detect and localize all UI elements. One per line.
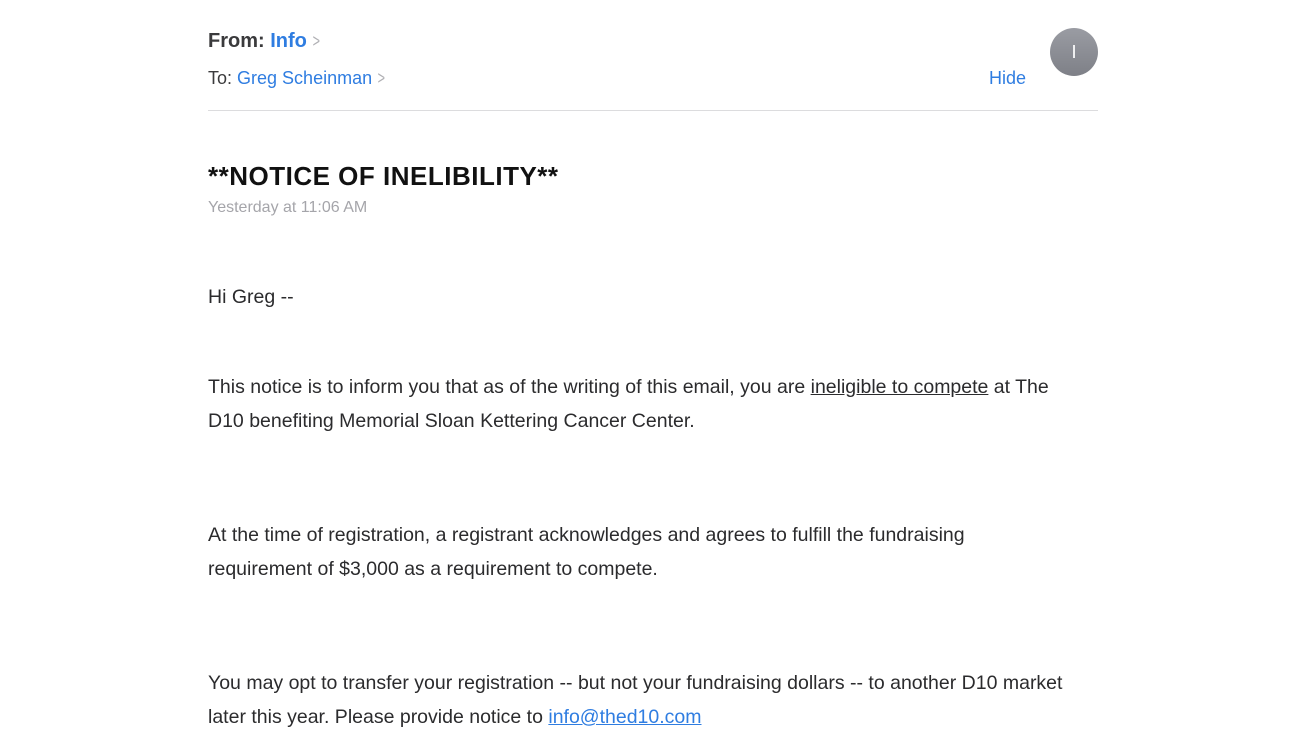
to-label: To:: [208, 68, 233, 88]
from-row: From: Info >: [208, 28, 321, 54]
greeting-text: Hi Greg --: [208, 286, 294, 308]
email-timestamp: Yesterday at 11:06 AM: [208, 199, 368, 216]
email-view: From: Info > To: Greg Scheinman > Hide I *…: [0, 0, 1312, 738]
email-link[interactable]: info@thed10.com: [548, 706, 701, 728]
email-subject: **NOTICE OF INELIBILITY**: [208, 161, 559, 191]
recipient-name[interactable]: Greg Scheinman: [237, 68, 372, 88]
chevron-right-icon[interactable]: >: [378, 66, 385, 90]
header-divider: [208, 110, 1098, 111]
paragraph-ineligibility: This notice is to inform you that as of …: [208, 370, 1068, 438]
from-label: From:: [208, 30, 265, 52]
avatar[interactable]: I: [1050, 28, 1098, 76]
paragraph-requirement: At the time of registration, a registran…: [208, 524, 965, 580]
email-header: From: Info > To: Greg Scheinman > Hide I: [208, 24, 1098, 112]
sender-name[interactable]: Info: [270, 30, 307, 52]
paragraph-text: This notice is to inform you that as of …: [208, 376, 811, 398]
paragraph-transfer: You may opt to transfer your registratio…: [208, 666, 1068, 734]
emphasis-text: ineligible to compete: [810, 376, 989, 398]
chevron-right-icon[interactable]: >: [312, 28, 319, 54]
to-row: To: Greg Scheinman >: [208, 66, 387, 90]
hide-details-button[interactable]: Hide: [989, 66, 1026, 90]
